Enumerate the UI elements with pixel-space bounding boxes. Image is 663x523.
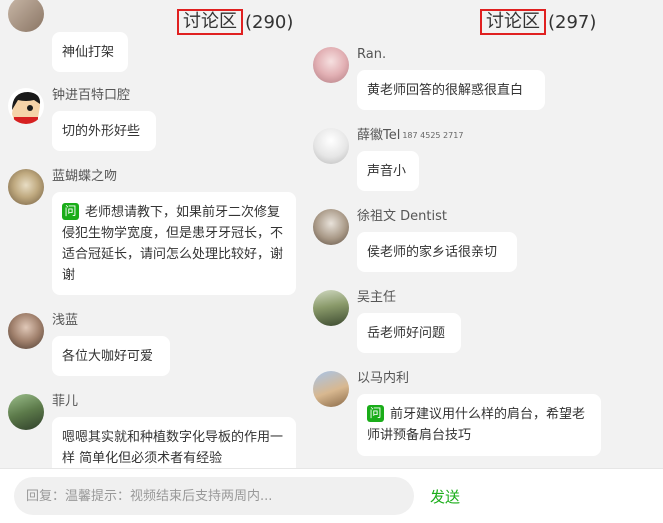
message-text: 老师想请教下，如果前牙二次修复侵犯生物学宽度，但是患牙牙冠长，不适合冠延长，请问… bbox=[62, 205, 284, 283]
avatar[interactable] bbox=[313, 209, 349, 245]
user-name: 徐祖文 Dentist bbox=[357, 209, 447, 224]
user-name: 菲儿 bbox=[52, 394, 79, 409]
reply-input[interactable] bbox=[14, 477, 414, 515]
avatar[interactable] bbox=[313, 47, 349, 83]
message-bubble: 问前牙建议用什么样的肩台，希望老师讲预备肩台技巧 bbox=[357, 394, 601, 456]
message-bubble: 声音小 bbox=[357, 151, 419, 191]
discussion-panel-right: 讨论区 (297) Ran. 黄老师回答的很解惑很直白 薛徽Tel 187 452… bbox=[305, 0, 663, 468]
reply-bar: 发送 bbox=[0, 468, 663, 523]
avatar[interactable] bbox=[8, 313, 44, 349]
user-name: Ran. bbox=[357, 47, 387, 62]
message-bubble: 侯老师的家乡话很亲切 bbox=[357, 232, 517, 272]
user-name: 钟进百特口腔 bbox=[52, 88, 131, 103]
avatar[interactable] bbox=[313, 128, 349, 164]
message-bubble: 各位大咖好可爱 bbox=[52, 336, 170, 376]
message-text: 前牙建议用什么样的肩台，希望老师讲预备肩台技巧 bbox=[367, 407, 586, 443]
discussion-header: 讨论区 (297) bbox=[480, 8, 596, 36]
discussion-title: 讨论区 bbox=[177, 9, 243, 35]
comment-count: (290) bbox=[245, 11, 294, 33]
user-name: 浅蓝 bbox=[52, 313, 79, 328]
discussion-panel-left: 神仙打架 讨论区 (290) 钟进百特口腔 切的外形好些 蓝蝴蝶之吻 问老师想请… bbox=[0, 0, 305, 468]
message-bubble: 黄老师回答的很解惑很直白 bbox=[357, 70, 545, 110]
cartoon-avatar-icon bbox=[8, 88, 44, 124]
user-name: 薛徽Tel 187 4525 2717 bbox=[357, 128, 464, 143]
discussion-title: 讨论区 bbox=[480, 9, 546, 35]
avatar[interactable] bbox=[8, 169, 44, 205]
avatar[interactable] bbox=[8, 88, 44, 124]
message-bubble: 神仙打架 bbox=[52, 32, 128, 72]
message-bubble: 岳老师好问题 bbox=[357, 313, 461, 353]
send-button[interactable]: 发送 bbox=[430, 486, 460, 507]
comment-count: (297) bbox=[548, 11, 597, 33]
user-name: 吴主任 bbox=[357, 290, 397, 305]
avatar[interactable] bbox=[313, 290, 349, 326]
avatar[interactable] bbox=[8, 0, 44, 32]
message-bubble: 嗯嗯其实就和种植数字化导板的作用一样 简单化但必须术者有经验 bbox=[52, 417, 296, 468]
discussion-header: 讨论区 (290) bbox=[177, 8, 293, 36]
question-badge: 问 bbox=[367, 405, 384, 422]
message-bubble: 切的外形好些 bbox=[52, 111, 156, 151]
avatar[interactable] bbox=[313, 371, 349, 407]
question-badge: 问 bbox=[62, 203, 79, 220]
message-bubble: 问老师想请教下，如果前牙二次修复侵犯生物学宽度，但是患牙牙冠长，不适合冠延长，请… bbox=[52, 192, 296, 295]
avatar[interactable] bbox=[8, 394, 44, 430]
user-name: 以马内利 bbox=[357, 371, 410, 386]
user-name: 蓝蝴蝶之吻 bbox=[52, 169, 118, 184]
